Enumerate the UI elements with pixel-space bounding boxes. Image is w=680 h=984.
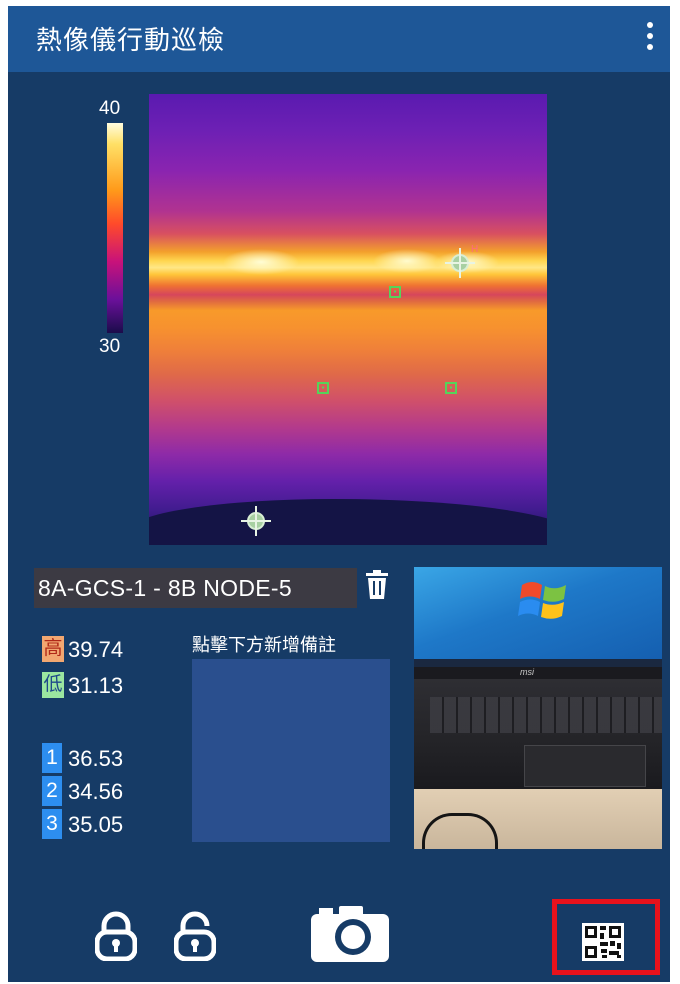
app-title: 熱像儀行動巡檢 [36, 25, 226, 55]
site-photo[interactable]: msi [414, 567, 662, 849]
point-1-badge: 1 [42, 743, 62, 773]
point-1-value: 36.53 [68, 746, 124, 771]
temperature-scale-bar [107, 123, 123, 333]
thermal-image[interactable]: H ▪ ▪ ▪ [149, 94, 547, 545]
point-2-value: 34.56 [68, 779, 124, 804]
more-vert-icon[interactable] [642, 20, 658, 54]
app-bar: 熱像儀行動巡檢 [8, 6, 670, 72]
notes-input[interactable] [192, 659, 390, 842]
point-2-badge: 2 [42, 776, 62, 806]
high-temp-value: 39.74 [68, 637, 124, 662]
scale-min-label: 30 [99, 336, 121, 357]
measure-point-3[interactable]: ▪ [445, 382, 457, 394]
lock-icon[interactable] [95, 911, 137, 961]
photo-touchpad [524, 745, 646, 787]
high-temp-badge: 高 [42, 636, 64, 662]
point-3-value: 35.05 [68, 812, 124, 837]
point-3-badge: 3 [42, 809, 62, 839]
hotspot-label: H [471, 244, 479, 255]
measure-point-2[interactable]: ▪ [317, 382, 329, 394]
trash-icon[interactable] [364, 570, 390, 600]
scale-max-label: 40 [99, 98, 121, 119]
measure-point-1[interactable]: ▪ [389, 286, 401, 298]
notes-title: 點擊下方新增備註 [192, 635, 336, 655]
low-temp-value: 31.13 [68, 673, 124, 698]
app-screen: 熱像儀行動巡檢 40 30 H ▪ ▪ ▪ 8A-GCS-1 - 8B NODE… [8, 6, 670, 982]
low-temp-badge: 低 [42, 672, 64, 698]
coldspot-crosshair[interactable] [241, 506, 271, 536]
thermal-dark-region [149, 499, 547, 545]
photo-bezel [414, 667, 662, 679]
camera-icon[interactable] [311, 904, 389, 962]
windows-logo-icon [518, 582, 566, 619]
photo-brand-logo: msi [520, 667, 534, 677]
qr-code-icon[interactable] [580, 922, 626, 962]
unlock-icon[interactable] [174, 911, 216, 961]
photo-keys [430, 697, 662, 733]
location-label[interactable]: 8A-GCS-1 - 8B NODE-5 [34, 568, 357, 608]
photo-taskbar [414, 659, 662, 667]
